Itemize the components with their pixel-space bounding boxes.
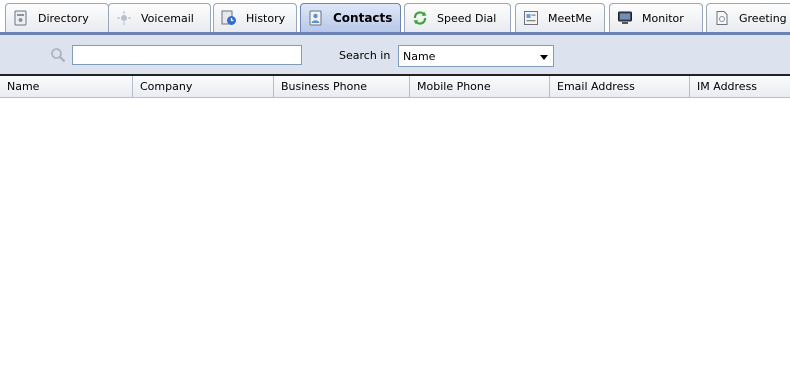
tab-bar: Directory Voicemail History Contacts Spe… bbox=[0, 0, 790, 35]
search-in-label: Search in bbox=[339, 49, 391, 62]
meetme-icon bbox=[522, 9, 540, 27]
tab-greeting[interactable]: Greeting bbox=[706, 3, 790, 32]
column-header-business-phone[interactable]: Business Phone bbox=[274, 76, 410, 98]
tab-meetme[interactable]: MeetMe bbox=[515, 3, 605, 32]
tab-history[interactable]: History bbox=[213, 3, 297, 32]
column-header-im-address[interactable]: IM Address bbox=[690, 76, 790, 98]
tab-directory[interactable]: Directory bbox=[5, 3, 109, 32]
directory-icon bbox=[12, 9, 30, 27]
monitor-icon bbox=[616, 9, 634, 27]
tab-history-label: History bbox=[246, 11, 286, 25]
tab-contacts-label: Contacts bbox=[333, 11, 393, 25]
tab-meetme-label: MeetMe bbox=[548, 11, 592, 25]
search-toolbar: Search in Name bbox=[0, 35, 790, 75]
greeting-icon bbox=[713, 9, 731, 27]
history-icon bbox=[220, 9, 238, 27]
table-header: Name Company Business Phone Mobile Phone… bbox=[0, 76, 790, 98]
tab-directory-label: Directory bbox=[38, 11, 89, 25]
search-in-select[interactable]: Name bbox=[398, 45, 554, 67]
contacts-table-body[interactable] bbox=[0, 98, 790, 385]
column-header-company[interactable]: Company bbox=[133, 76, 274, 98]
column-header-email-address[interactable]: Email Address bbox=[550, 76, 690, 98]
search-input[interactable] bbox=[72, 45, 302, 65]
chevron-down-icon[interactable] bbox=[540, 55, 548, 60]
voicemail-icon bbox=[115, 9, 133, 27]
column-header-mobile-phone[interactable]: Mobile Phone bbox=[410, 76, 550, 98]
tab-contacts[interactable]: Contacts bbox=[300, 3, 401, 32]
tab-monitor[interactable]: Monitor bbox=[609, 3, 703, 32]
tab-speed-dial-label: Speed Dial bbox=[437, 11, 497, 25]
speed-dial-icon bbox=[411, 9, 429, 27]
tab-speed-dial[interactable]: Speed Dial bbox=[404, 3, 511, 32]
magnifier-icon[interactable] bbox=[50, 47, 66, 66]
search-in-selected-value: Name bbox=[403, 50, 436, 63]
tab-monitor-label: Monitor bbox=[642, 11, 684, 25]
tab-voicemail-label: Voicemail bbox=[141, 11, 194, 25]
contacts-icon bbox=[307, 9, 325, 27]
tab-voicemail[interactable]: Voicemail bbox=[108, 3, 211, 32]
tab-greeting-label: Greeting bbox=[739, 11, 787, 25]
column-header-name[interactable]: Name bbox=[0, 76, 133, 98]
